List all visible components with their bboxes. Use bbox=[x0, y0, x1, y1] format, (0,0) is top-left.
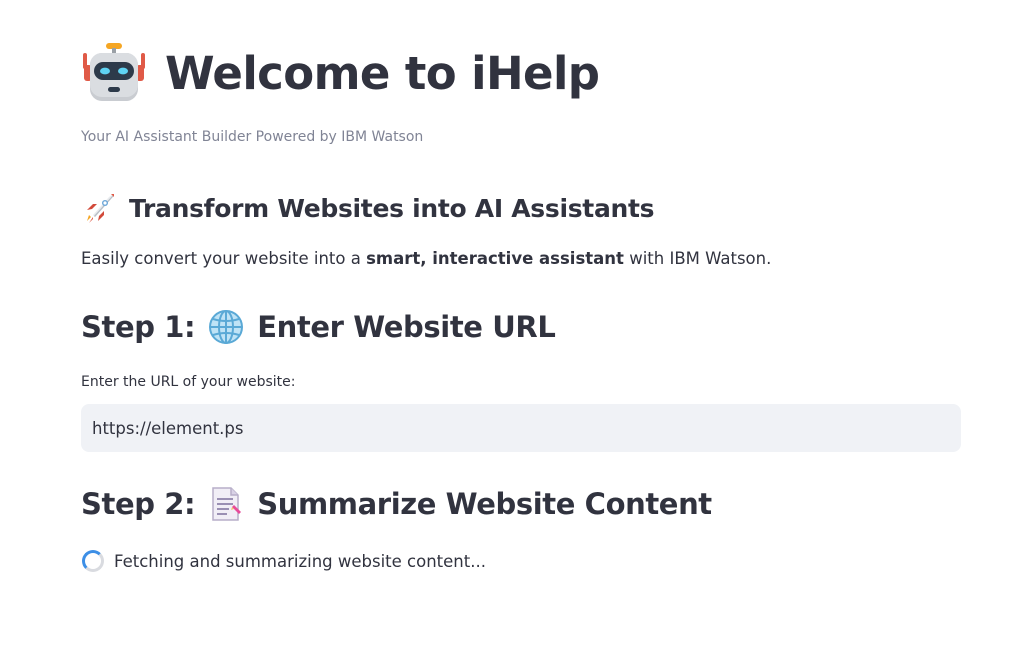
step2-heading: Step 2: Summarize Website Content bbox=[81, 482, 712, 526]
step2-title: Summarize Website Content bbox=[257, 487, 712, 521]
page-title: Welcome to iHelp bbox=[165, 46, 600, 100]
loading-status-text: Fetching and summarizing website content… bbox=[114, 551, 486, 571]
intro-text-end: with IBM Watson. bbox=[623, 249, 772, 268]
intro-text-bold: smart, interactive assistant bbox=[366, 249, 624, 268]
step1-heading: Step 1: Enter Website URL bbox=[81, 305, 556, 349]
intro-paragraph: Easily convert your website into a smart… bbox=[81, 249, 771, 268]
url-field-label: Enter the URL of your website: bbox=[81, 374, 296, 390]
page-header: Welcome to iHelp bbox=[81, 40, 600, 106]
loading-spinner-icon bbox=[82, 550, 104, 572]
section-title: Transform Websites into AI Assistants bbox=[129, 193, 655, 223]
step1-title: Enter Website URL bbox=[257, 310, 556, 344]
loading-status: Fetching and summarizing website content… bbox=[81, 547, 486, 575]
document-icon bbox=[212, 487, 242, 521]
globe-icon bbox=[209, 310, 244, 344]
step1-prefix: Step 1: bbox=[81, 310, 196, 344]
step2-prefix: Step 2: bbox=[81, 487, 196, 521]
url-input[interactable] bbox=[81, 404, 961, 452]
intro-text-start: Easily convert your website into a bbox=[81, 249, 367, 268]
robot-face-icon bbox=[83, 43, 145, 101]
page-subtitle: Your AI Assistant Builder Powered by IBM… bbox=[81, 129, 424, 145]
section-heading: Transform Websites into AI Assistants bbox=[81, 188, 655, 228]
rocket-icon bbox=[87, 194, 114, 223]
